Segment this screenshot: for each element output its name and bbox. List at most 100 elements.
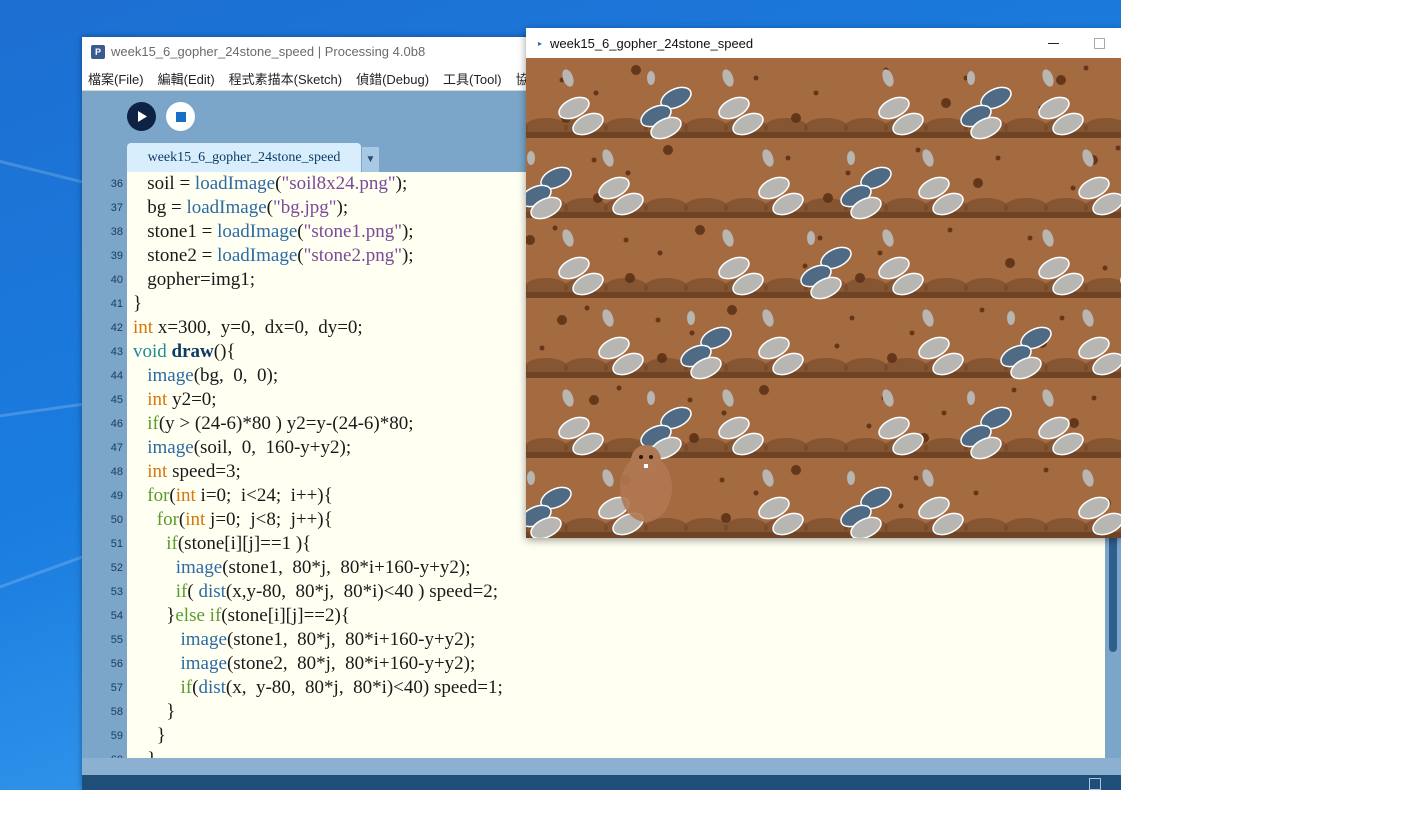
code-text: int x=300, y=0, dx=0, dy=0; (133, 316, 363, 340)
line-number: 39 (110, 250, 123, 262)
light-stone (687, 311, 695, 325)
soil-pebble (1102, 265, 1108, 271)
sketch-canvas[interactable] (526, 58, 1121, 538)
code-token: j=0; j<8; j++){ (205, 509, 333, 530)
gopher-teeth (644, 464, 648, 468)
code-text: soil = loadImage("soil8x24.png"); (133, 172, 407, 196)
code-text: } (133, 292, 142, 316)
maximize-button[interactable] (1092, 36, 1106, 50)
chevron-down-icon: ▼ (365, 154, 376, 165)
soil-pebble (753, 490, 759, 496)
code-token: (stone1, 80*j, 80*i+160-y+y2); (222, 557, 471, 578)
code-token: } (133, 725, 166, 746)
sketch-titlebar[interactable]: ▸ week15_6_gopher_24stone_speed (526, 28, 1121, 58)
soil-divider (526, 132, 1121, 138)
code-token: (){ (213, 341, 236, 362)
line-number: 38 (110, 226, 123, 238)
soil-pebble (1056, 75, 1066, 85)
menu-edit[interactable]: 編輯(Edit) (151, 69, 222, 88)
code-token: soil = (133, 173, 195, 194)
soil-pebble (631, 65, 641, 75)
console-icon[interactable] (1089, 778, 1101, 790)
code-text: image(soil, 0, 160-y+y2); (133, 436, 351, 460)
soil-pebble (593, 90, 599, 96)
light-stone (647, 391, 655, 405)
code-token: (stone2, 80*j, 80*i+160-y+y2); (226, 653, 476, 674)
code-token: (y > (24-6)*80 ) y2=y-(24-6)*80; (158, 413, 414, 434)
run-button[interactable] (127, 102, 156, 131)
code-line[interactable]: 56 image(stone2, 80*j, 80*i+160-y+y2); (82, 652, 1105, 676)
soil-pebble (791, 465, 801, 475)
code-line[interactable]: 53 if( dist(x,y-80, 80*j, 80*i)<40 ) spe… (82, 580, 1105, 604)
light-stone (527, 151, 535, 165)
soil-pebble (845, 170, 851, 176)
menu-debug[interactable]: 偵錯(Debug) (349, 69, 436, 88)
gopher-eye (649, 455, 653, 459)
soil-pebble (727, 305, 737, 315)
light-stone (967, 71, 975, 85)
minimize-icon (1047, 42, 1059, 44)
line-number: 55 (110, 634, 123, 646)
code-text: image(stone1, 80*j, 80*i+160-y+y2); (133, 556, 471, 580)
code-line[interactable]: 60 } (82, 748, 1105, 758)
code-line[interactable]: 54 }else if(stone[i][j]==2){ (82, 604, 1105, 628)
code-token: (stone[i][j]==1 ){ (177, 533, 312, 554)
code-token: int (185, 509, 206, 530)
soil-pebble (913, 475, 919, 481)
tab-menu-button[interactable]: ▼ (362, 147, 379, 172)
soil-pebble (1083, 65, 1089, 71)
sketch-window: ▸ week15_6_gopher_24stone_speed (526, 28, 1121, 538)
menu-file[interactable]: 檔案(File) (82, 69, 151, 88)
stop-button[interactable] (166, 102, 195, 131)
line-number: 53 (110, 586, 123, 598)
code-token: if (147, 413, 159, 434)
line-number: 59 (110, 730, 123, 742)
code-line[interactable]: 55 image(stone1, 80*j, 80*i+160-y+y2); (82, 628, 1105, 652)
code-token: (stone1, 80*j, 80*i+160-y+y2); (226, 629, 476, 650)
code-token: int (133, 317, 154, 338)
line-number: 49 (110, 490, 123, 502)
line-number: 54 (110, 610, 123, 622)
code-text: if(dist(x, y-80, 80*j, 80*i)<40) speed=1… (133, 676, 503, 700)
soil-pebble (689, 330, 695, 336)
code-line[interactable]: 58 } (82, 700, 1105, 724)
code-text: gopher=img1; (133, 268, 255, 292)
soil-pebble (1059, 315, 1065, 321)
soil-pebble (995, 155, 1001, 161)
code-token: "stone2.png" (303, 245, 402, 266)
code-token: (x,y-80, 80*j, 80*i)<40 ) speed=2; (225, 581, 498, 602)
soil-pebble (663, 145, 673, 155)
code-token: stone1 = (133, 221, 218, 242)
code-token: if (209, 605, 222, 626)
soil-pebble (623, 237, 629, 243)
console-divider[interactable] (82, 758, 1121, 775)
minimize-button[interactable] (1046, 36, 1060, 50)
code-line[interactable]: 59 } (82, 724, 1105, 748)
code-token: y2=0; (167, 389, 217, 410)
soil-pebble (1027, 235, 1033, 241)
code-token: ); (336, 197, 349, 218)
soil-pebble (834, 343, 840, 349)
tab-sketch[interactable]: week15_6_gopher_24stone_speed (127, 143, 361, 172)
menu-sketch[interactable]: 程式素描本(Sketch) (222, 69, 349, 88)
menu-tool[interactable]: 工具(Tool) (436, 69, 509, 88)
code-text: }else if(stone[i][j]==2){ (133, 604, 350, 628)
soil-pebble (1005, 258, 1015, 268)
line-number: 36 (110, 178, 123, 190)
code-token: if (180, 677, 193, 698)
code-token: image (175, 557, 223, 578)
code-token: "soil8x24.png" (281, 173, 396, 194)
code-line[interactable]: 57 if(dist(x, y-80, 80*j, 80*i)<40) spee… (82, 676, 1105, 700)
line-number: 57 (110, 682, 123, 694)
code-token: loadImage (217, 245, 298, 266)
windows-desktop: P week15_6_gopher_24stone_speed | Proces… (0, 0, 1121, 790)
line-number: 58 (110, 706, 123, 718)
code-token: "stone1.png" (303, 221, 402, 242)
code-line[interactable]: 52 image(stone1, 80*j, 80*i+160-y+y2); (82, 556, 1105, 580)
